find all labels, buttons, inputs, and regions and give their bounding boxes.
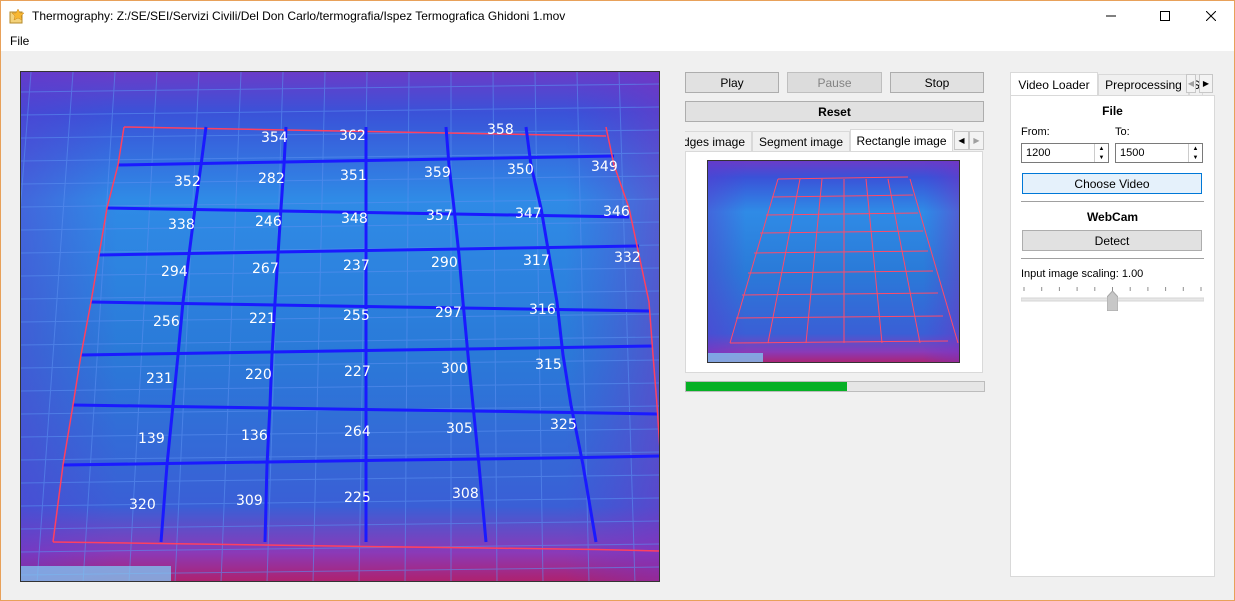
panel-label: 320	[129, 497, 156, 513]
from-stepper[interactable]: ▲ ▼	[1094, 144, 1108, 162]
rectangle-image-preview	[707, 160, 960, 363]
title-bar: Thermography: Z:/SE/SEI/Servizi Civili/D…	[1, 1, 1234, 31]
panel-label: 267	[252, 261, 279, 277]
thermal-video-frame: 354 362 358 352 282 351 359 350 349 338 246 348 357 3…	[20, 71, 660, 582]
caret-up-icon[interactable]: ▲	[1189, 144, 1202, 153]
tab-segment-image[interactable]: Segment image	[752, 131, 850, 152]
panel-label: 297	[435, 305, 462, 321]
panel-label: 346	[603, 204, 630, 220]
panel-label: 237	[343, 258, 370, 274]
panel-label: 357	[426, 208, 453, 224]
panel-label: 348	[341, 211, 368, 227]
close-icon	[1206, 11, 1216, 21]
panel-label: 231	[146, 371, 173, 387]
webcam-section-title: WebCam	[1086, 210, 1139, 224]
panel-label: 139	[138, 431, 165, 447]
to-frame-input[interactable]: 1500 ▲ ▼	[1115, 143, 1203, 163]
processing-progress-bar	[685, 381, 985, 392]
maximize-icon	[1160, 11, 1170, 21]
right-tab-scroll-left-button[interactable]: ◀	[1186, 74, 1196, 93]
chevron-right-icon: ▶	[973, 136, 980, 145]
minimize-button[interactable]	[1088, 1, 1134, 31]
caret-down-icon[interactable]: ▼	[1095, 153, 1108, 162]
panel-label: 350	[507, 162, 534, 178]
chevron-left-icon: ◀	[1187, 79, 1195, 88]
main-window: Thermography: Z:/SE/SEI/Servizi Civili/D…	[0, 0, 1235, 601]
to-label: To:	[1115, 126, 1130, 138]
tab-scroll-right-button[interactable]: ▶	[969, 131, 984, 150]
stop-button[interactable]: Stop	[890, 72, 984, 93]
tab-edges-image[interactable]: Edges image	[685, 131, 752, 152]
panel-label: 359	[424, 165, 451, 181]
panel-label: 332	[614, 250, 641, 266]
panel-label: 290	[431, 255, 458, 271]
from-label: From:	[1021, 126, 1050, 138]
app-icon	[9, 8, 25, 24]
reset-button[interactable]: Reset	[685, 101, 984, 122]
tab-video-loader[interactable]: Video Loader	[1010, 72, 1098, 96]
image-tab-bar: Edges image Segment image Rectangle imag…	[685, 129, 985, 152]
tab-rectangle-image[interactable]: Rectangle image	[850, 129, 953, 152]
tab-scroll-left-button[interactable]: ◀	[954, 131, 969, 150]
panel-label: 294	[161, 264, 188, 280]
caret-up-icon[interactable]: ▲	[1095, 144, 1108, 153]
maximize-button[interactable]	[1142, 1, 1188, 31]
separator	[1021, 258, 1204, 259]
panel-label: 358	[487, 122, 514, 138]
panel-label: 308	[452, 486, 479, 502]
menu-bar: File	[1, 31, 1234, 51]
panel-label: 256	[153, 314, 180, 330]
scaling-slider[interactable]	[1020, 284, 1205, 311]
panel-label: 317	[523, 253, 550, 269]
from-frame-input[interactable]: 1200 ▲ ▼	[1021, 143, 1109, 163]
panel-label: 352	[174, 174, 201, 190]
thermal-image: 354 362 358 352 282 351 359 350 349 338 246 348 357 3…	[21, 72, 659, 581]
pause-button[interactable]: Pause	[787, 72, 882, 93]
panel-label: 220	[245, 367, 272, 383]
panel-label: 354	[261, 130, 288, 146]
panel-label: 227	[344, 364, 371, 380]
panel-label: 282	[258, 171, 285, 187]
choose-video-button[interactable]: Choose Video	[1022, 173, 1202, 194]
chevron-right-icon: ▶	[1202, 79, 1210, 88]
panel-label: 246	[255, 214, 282, 230]
panel-label: 136	[241, 428, 268, 444]
panel-label: 347	[515, 206, 542, 222]
panel-label: 264	[344, 424, 371, 440]
rectangle-image	[708, 161, 959, 362]
panel-label: 255	[343, 308, 370, 324]
panel-label: 221	[249, 311, 276, 327]
panel-label: 362	[339, 128, 366, 144]
panel-label: 225	[344, 490, 371, 506]
panel-label: 305	[446, 421, 473, 437]
tab-preprocessing[interactable]: Preprocessing	[1098, 74, 1189, 95]
panel-label: 316	[529, 302, 556, 318]
scaling-label: Input image scaling: 1.00	[1021, 268, 1144, 280]
panel-label: 309	[236, 493, 263, 509]
chevron-left-icon: ◀	[958, 136, 965, 145]
settings-tab-bar: Video Loader Preprocessing S ◀ ▶	[1010, 72, 1215, 96]
file-section-title: File	[1102, 104, 1123, 118]
panel-label: 338	[168, 217, 195, 233]
close-button[interactable]	[1188, 1, 1234, 31]
rectangle-image-panel	[685, 151, 983, 373]
caret-down-icon[interactable]: ▼	[1189, 153, 1202, 162]
detect-button[interactable]: Detect	[1022, 230, 1202, 251]
panel-label: 315	[535, 357, 562, 373]
video-loader-panel: File From: To: 1200 ▲ ▼ 1500 ▲ ▼ Choose …	[1010, 95, 1215, 577]
minimize-icon	[1106, 15, 1116, 17]
panel-label: 349	[591, 159, 618, 175]
panel-label: 351	[340, 168, 367, 184]
slider-thumb[interactable]	[1107, 291, 1118, 311]
window-title: Thermography: Z:/SE/SEI/Servizi Civili/D…	[32, 9, 566, 23]
play-button[interactable]: Play	[685, 72, 779, 93]
right-tab-scroll-right-button[interactable]: ▶	[1199, 74, 1213, 93]
separator	[1021, 201, 1204, 202]
panel-label: 325	[550, 417, 577, 433]
progress-fill	[686, 382, 847, 391]
panel-label: 300	[441, 361, 468, 377]
menu-file[interactable]: File	[10, 34, 29, 48]
to-stepper[interactable]: ▲ ▼	[1188, 144, 1202, 162]
